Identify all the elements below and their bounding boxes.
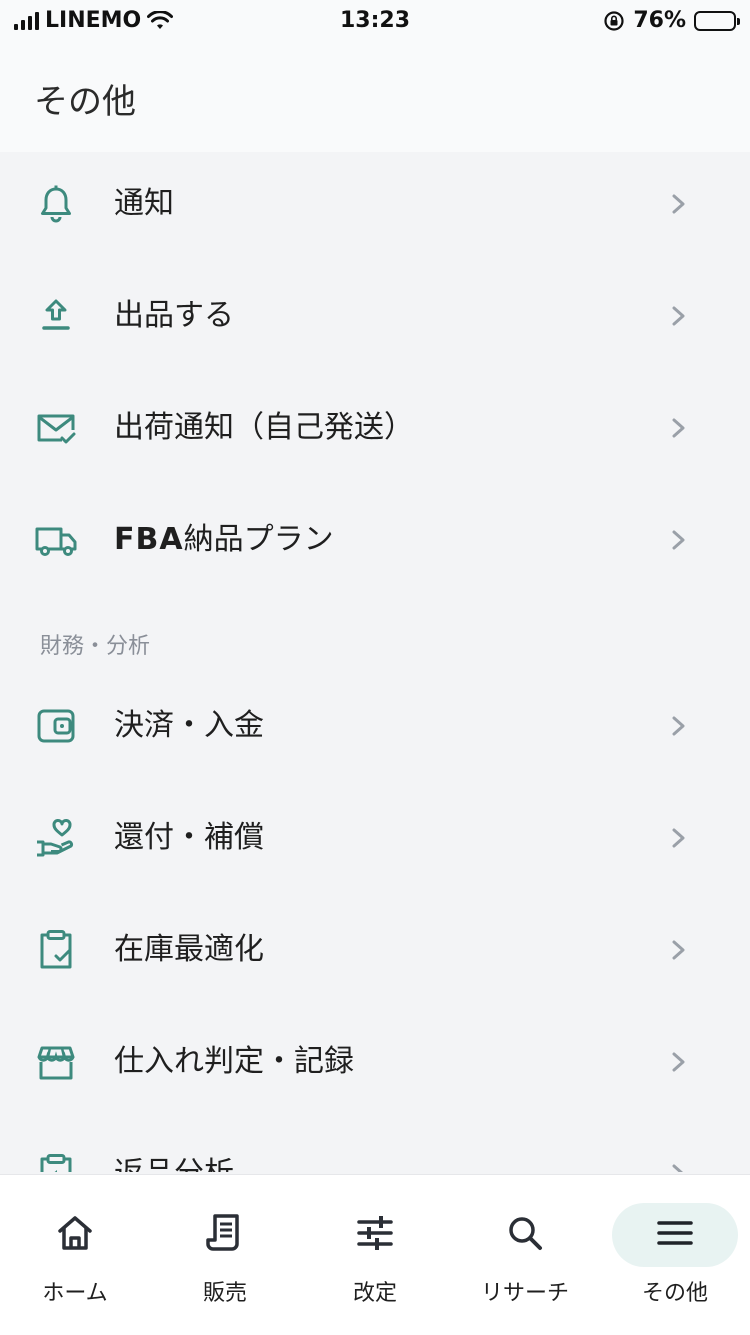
- menu-item-inventory-optimization[interactable]: 在庫最適化: [0, 898, 750, 1010]
- menu-item-label: 仕入れ判定・記録: [114, 1044, 354, 1079]
- home-icon: [58, 1216, 92, 1250]
- menu-item-fba-plan[interactable]: FBA納品プラン: [0, 488, 750, 600]
- truck-icon: [35, 527, 77, 556]
- bottom-nav: ホーム 販売 改定 リサーチ その他: [0, 1174, 750, 1335]
- rotation-lock-icon: [604, 10, 624, 31]
- menu-item-label: 出荷通知（自己発送）: [114, 410, 414, 445]
- chevron-right-icon: [672, 418, 685, 438]
- nav-label: その他: [641, 1281, 708, 1306]
- nav-label: 販売: [202, 1281, 247, 1306]
- receipt-icon: [206, 1214, 239, 1251]
- battery-percent: 76%: [633, 8, 686, 33]
- chevron-right-icon: [672, 530, 685, 550]
- menu-item-label: 在庫最適化: [114, 932, 264, 967]
- search-icon: [509, 1217, 542, 1250]
- nav-label: 改定: [352, 1281, 397, 1306]
- nav-label: ホーム: [42, 1281, 108, 1306]
- menu-item-purchase-judgement[interactable]: 仕入れ判定・記録: [0, 1010, 750, 1122]
- menu-item-label: 決済・入金: [114, 708, 264, 743]
- menu-list: 通知 出品する 出荷通知（自己発送） FBA納品プラン 財務・分析 決済・入金 …: [0, 152, 750, 1172]
- sliders-icon: [357, 1216, 393, 1250]
- menu-item-label: FBA納品プラン: [114, 518, 334, 562]
- status-right: 76%: [603, 8, 740, 33]
- nav-home[interactable]: ホーム: [0, 1175, 150, 1335]
- battery-icon: [694, 10, 740, 31]
- menu-item-label: 返品分析: [114, 1152, 234, 1172]
- chevron-right-icon: [672, 716, 685, 736]
- chevron-right-icon: [672, 940, 685, 960]
- upload-icon: [42, 299, 70, 330]
- store-icon: [37, 1046, 75, 1080]
- status-bar: LINEMO 13:23 76%: [0, 0, 750, 40]
- menu-item-label: 通知: [114, 186, 174, 221]
- chevron-right-icon: [672, 1052, 685, 1072]
- chevron-right-icon: [672, 306, 685, 326]
- section-header-finance: 財務・分析: [40, 634, 151, 659]
- nav-label: リサーチ: [480, 1281, 569, 1306]
- chevron-right-icon: [672, 828, 685, 848]
- menu-item-notifications[interactable]: 通知: [0, 152, 750, 264]
- fba-text: FBA: [114, 522, 184, 557]
- menu-item-listing[interactable]: 出品する: [0, 264, 750, 376]
- chevron-right-icon: [672, 1164, 684, 1172]
- menu-item-payments[interactable]: 決済・入金: [0, 674, 750, 786]
- menu-item-shipping-notice[interactable]: 出荷通知（自己発送）: [0, 376, 750, 488]
- menu-item-returns-analysis[interactable]: 返品分析: [0, 1122, 750, 1172]
- nav-research[interactable]: リサーチ: [450, 1175, 600, 1335]
- wallet-icon: [37, 709, 75, 743]
- menu-item-refunds[interactable]: 還付・補償: [0, 786, 750, 898]
- page-header: その他: [0, 40, 750, 152]
- mail-check-icon: [37, 414, 76, 444]
- fba-plan-text: 納品プラン: [183, 522, 334, 557]
- menu-item-label: 還付・補償: [114, 820, 264, 855]
- bell-icon: [41, 185, 71, 223]
- chevron-right-icon: [672, 194, 685, 214]
- nav-revise[interactable]: 改定: [300, 1175, 450, 1335]
- nav-more[interactable]: その他: [600, 1175, 750, 1335]
- clipboard-return-icon: [40, 1154, 72, 1172]
- hand-heart-icon: [37, 819, 74, 857]
- menu-icon: [657, 1221, 693, 1245]
- menu-item-label: 出品する: [114, 298, 234, 333]
- clipboard-check-icon: [40, 930, 72, 969]
- page-title: その他: [34, 82, 136, 122]
- nav-sales[interactable]: 販売: [150, 1175, 300, 1335]
